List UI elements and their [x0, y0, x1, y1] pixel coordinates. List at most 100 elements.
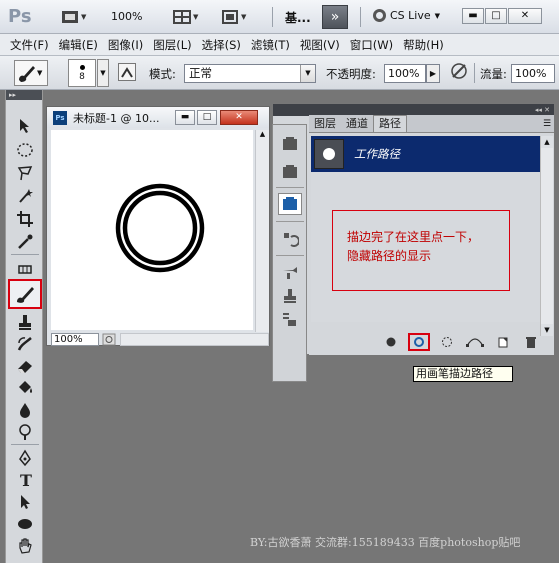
- stamp-icon: [19, 315, 31, 330]
- actions-panel-button[interactable]: [278, 161, 302, 183]
- maximize-button[interactable]: □: [485, 8, 507, 24]
- scroll-up-arrow[interactable]: ▲: [541, 136, 553, 148]
- extras-button[interactable]: ▼: [172, 6, 199, 28]
- more-workspaces-button[interactable]: »: [322, 5, 348, 29]
- flow-label: 流量:: [480, 67, 507, 81]
- make-work-path-icon: [466, 338, 484, 347]
- path-selection-tool[interactable]: [14, 492, 36, 512]
- dodge-tool[interactable]: [14, 422, 36, 442]
- brush-tool[interactable]: [8, 279, 42, 309]
- clone-source-panel-button[interactable]: [278, 285, 302, 307]
- brush-preset-picker[interactable]: 8: [68, 59, 96, 87]
- tool-presets-panel-button[interactable]: [278, 309, 302, 331]
- work-path-row[interactable]: 工作路径: [311, 136, 540, 172]
- document-status-bar: 100%: [51, 333, 269, 346]
- lasso-tool[interactable]: [14, 163, 36, 183]
- healing-brush-tool[interactable]: [14, 259, 36, 279]
- load-selection-button[interactable]: [436, 333, 458, 351]
- menu-view[interactable]: 视图(V): [295, 34, 345, 55]
- flow-input[interactable]: 100%: [511, 64, 555, 83]
- shape-tool[interactable]: [14, 514, 36, 534]
- toggle-brush-panel-button[interactable]: [118, 63, 136, 81]
- blend-mode-select[interactable]: 正常 ▼: [184, 64, 316, 83]
- blend-mode-value: 正常: [189, 66, 212, 80]
- pen-tool[interactable]: [14, 448, 36, 468]
- horizontal-scrollbar[interactable]: [120, 333, 269, 346]
- mode-label: 模式:: [149, 67, 176, 81]
- close-button[interactable]: ✕: [508, 8, 542, 24]
- clone-stamp-tool[interactable]: [14, 312, 36, 332]
- divider: [276, 187, 304, 188]
- bridge-button[interactable]: ▼: [60, 6, 87, 28]
- toolbox-grip[interactable]: ▸▸: [6, 90, 42, 100]
- divider: [474, 63, 475, 83]
- zoom-field[interactable]: 100%: [51, 333, 99, 346]
- make-work-path-button[interactable]: [464, 333, 486, 351]
- menu-select[interactable]: 选择(S): [197, 34, 246, 55]
- status-info-icon[interactable]: [102, 333, 116, 346]
- play-icon: ▶: [429, 69, 437, 78]
- doc-maximize-button[interactable]: □: [197, 110, 217, 125]
- adjustments-panel-button[interactable]: [278, 227, 302, 249]
- type-tool[interactable]: T: [14, 470, 36, 490]
- fill-path-button[interactable]: [380, 333, 402, 351]
- delete-path-button[interactable]: [520, 333, 542, 351]
- tab-paths[interactable]: 路径: [373, 115, 407, 132]
- tool-preset-picker[interactable]: ▼: [14, 60, 48, 86]
- paint-bucket-tool[interactable]: [14, 378, 36, 398]
- scroll-up-arrow[interactable]: ▲: [256, 130, 269, 142]
- stroke-path-button[interactable]: [408, 333, 430, 351]
- hand-tool[interactable]: [14, 536, 36, 556]
- layers-panel-button[interactable]: [278, 193, 302, 215]
- dodge-icon: [19, 424, 31, 440]
- cs-live-icon: [373, 9, 386, 22]
- menu-filter[interactable]: 滤镜(T): [246, 34, 295, 55]
- workspace-switcher[interactable]: 基...: [285, 9, 311, 26]
- canvas[interactable]: [51, 130, 253, 330]
- panel-menu-button[interactable]: ☰: [540, 116, 554, 132]
- blur-tool[interactable]: [14, 400, 36, 420]
- menu-image[interactable]: 图像(I): [103, 34, 148, 55]
- menu-edit[interactable]: 编辑(E): [54, 34, 103, 55]
- tab-channels[interactable]: 通道: [341, 116, 373, 132]
- load-selection-icon: [442, 337, 452, 347]
- new-path-button[interactable]: [492, 333, 514, 351]
- divider: [11, 444, 39, 445]
- minimize-button[interactable]: ▬: [462, 8, 484, 24]
- document-title: 未标题-1 @ 10...: [73, 111, 160, 125]
- pressure-opacity-button[interactable]: [449, 61, 471, 83]
- screen-mode-icon: [222, 10, 238, 24]
- crop-tool[interactable]: [14, 209, 36, 229]
- menu-window[interactable]: 窗口(W): [345, 34, 398, 55]
- menu-help[interactable]: 帮助(H): [398, 34, 449, 55]
- doc-minimize-button[interactable]: ▬: [175, 110, 195, 125]
- screen-mode-button[interactable]: ▼: [220, 6, 247, 28]
- hand-icon: [19, 538, 32, 554]
- paths-scrollbar[interactable]: ▲ ▼: [540, 136, 553, 336]
- history-panel-button[interactable]: [278, 133, 302, 155]
- menu-file[interactable]: 文件(F): [0, 34, 54, 55]
- menu-layer[interactable]: 图层(L): [148, 34, 196, 55]
- quick-selection-tool[interactable]: [14, 186, 36, 206]
- history-brush-icon: [17, 337, 32, 351]
- doc-close-button[interactable]: ✕: [220, 110, 258, 125]
- document-title-bar[interactable]: Ps 未标题-1 @ 10... ▬ □ ✕: [47, 107, 269, 128]
- divider: [276, 221, 304, 222]
- brush-picker-dropdown[interactable]: ▼: [97, 59, 109, 87]
- zoom-level-menu[interactable]: 100%: [111, 10, 142, 23]
- eyedropper-tool[interactable]: [14, 232, 36, 252]
- marquee-tool[interactable]: [14, 140, 36, 160]
- brush-presets-panel-button[interactable]: [278, 261, 302, 283]
- chevron-down-icon: ▼: [193, 13, 199, 21]
- vertical-scrollbar[interactable]: ▲: [255, 130, 269, 332]
- opacity-slider-button[interactable]: ▶: [426, 64, 440, 83]
- trash-icon: [526, 336, 536, 348]
- double-chevron-right-icon: »: [330, 9, 340, 25]
- cs-live-menu[interactable]: CS Live ▼: [373, 9, 440, 22]
- tab-layers[interactable]: 图层: [309, 116, 341, 132]
- move-tool[interactable]: [14, 116, 36, 136]
- history-brush-tool[interactable]: [14, 334, 36, 354]
- eraser-tool[interactable]: [14, 356, 36, 376]
- adjustments-icon: [284, 233, 299, 247]
- opacity-input[interactable]: 100%: [384, 64, 426, 83]
